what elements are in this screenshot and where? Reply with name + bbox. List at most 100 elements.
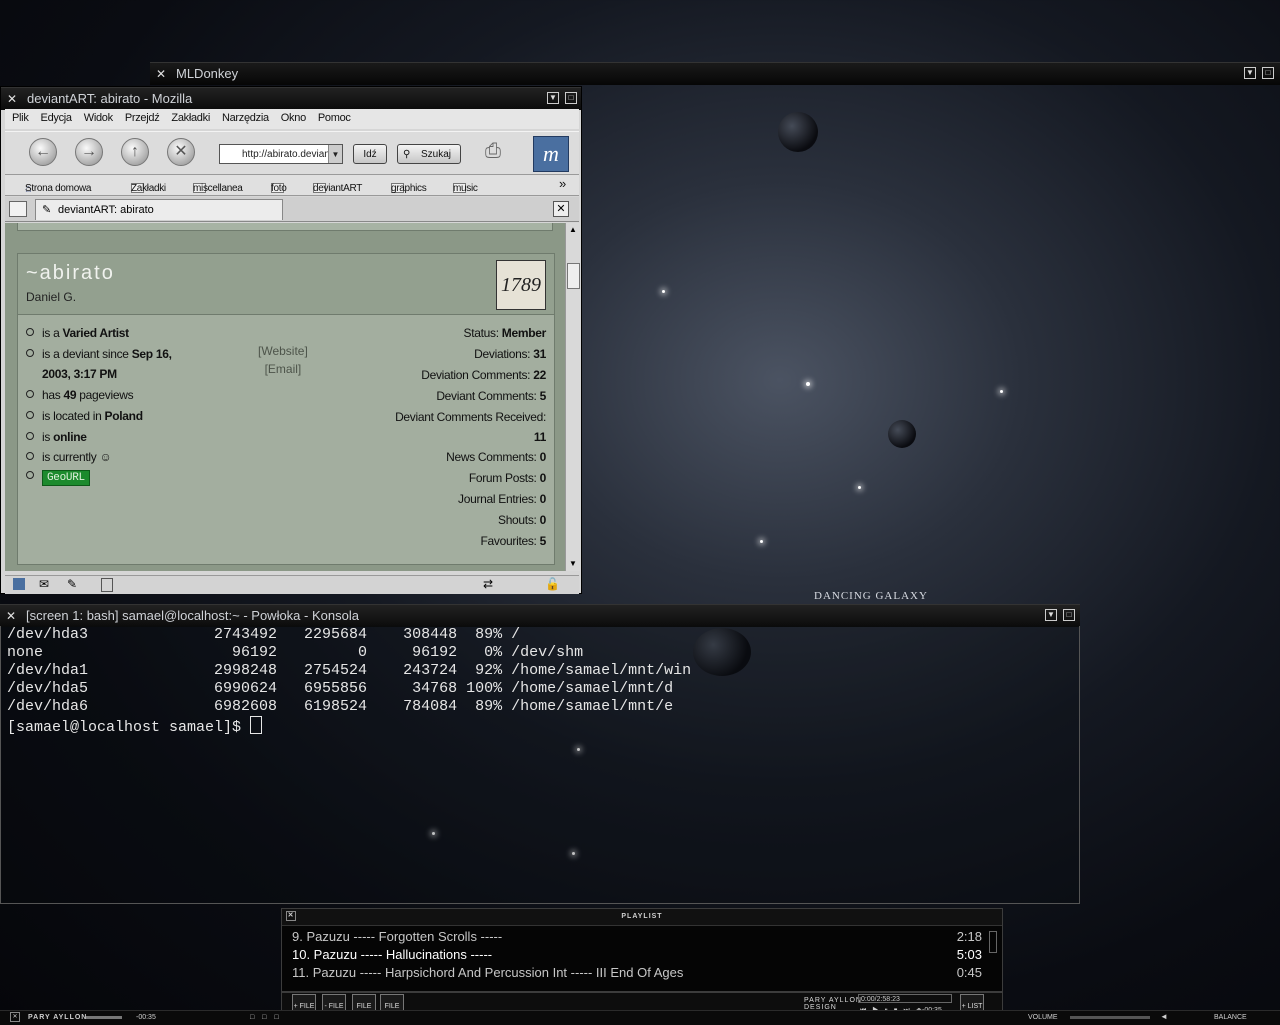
mail-icon[interactable]: ✉	[39, 577, 49, 591]
stat-label: Deviant Comments Received:	[395, 410, 546, 424]
position-slider[interactable]	[86, 1016, 122, 1019]
close-icon[interactable]: ✕	[6, 605, 16, 627]
playlist-scrollbar[interactable]	[989, 931, 997, 953]
stat-deviation-comments: Deviation Comments: 22	[421, 368, 546, 382]
maximize-icon[interactable]: □	[1063, 609, 1075, 621]
menu-item-help[interactable]: Pomoc	[311, 109, 356, 124]
bookmarks-overflow-button[interactable]: »	[559, 176, 566, 191]
menu-item-file[interactable]: Plik	[5, 109, 34, 124]
stop-icon: ✕	[174, 143, 188, 160]
stat-comments-received: Deviant Comments Received:	[395, 410, 546, 424]
composer-icon[interactable]: ✎	[67, 577, 77, 591]
info-item: is online	[26, 430, 87, 444]
chevron-down-icon[interactable]: ▼	[328, 145, 342, 163]
new-tab-icon[interactable]	[9, 201, 27, 217]
close-icon[interactable]: ✕	[7, 88, 17, 110]
navigator-icon[interactable]	[13, 578, 25, 590]
shade-icon[interactable]: ▼	[547, 92, 559, 104]
xmms-playlist: ✕ PLAYLIST 9. Pazuzu ----- Forgotten Scr…	[281, 908, 1003, 992]
volume-label: VOLUME	[1028, 1014, 1058, 1021]
menu-item-go[interactable]: Przejdź	[118, 109, 165, 124]
close-icon[interactable]: ✕	[156, 63, 166, 85]
playlist-item[interactable]: 11. Pazuzu ----- Harpsichord And Percuss…	[292, 965, 992, 980]
bookmark-label: miscellanea	[193, 183, 243, 194]
bullet-icon	[26, 452, 34, 460]
website-link[interactable]: [Website]	[258, 342, 308, 360]
email-link[interactable]: [Email]	[258, 360, 308, 378]
forward-button[interactable]: →	[75, 138, 103, 166]
scroll-thumb[interactable]	[567, 263, 580, 289]
info-item: is located in Poland	[26, 409, 143, 423]
menu-item-edit[interactable]: Edycja	[34, 109, 77, 124]
mldonkey-titlebar[interactable]: ✕ MLDonkey ▼ □	[150, 62, 1280, 85]
info-text: is a	[42, 326, 63, 340]
shade-icon[interactable]: ▼	[1045, 609, 1057, 621]
star	[806, 382, 810, 386]
forward-arrow-icon: →	[81, 143, 97, 160]
stat-status: Status: Member	[463, 326, 546, 340]
stat-label: Deviation Comments:	[421, 368, 534, 382]
skin-name: PARY AYLLON	[28, 1014, 88, 1021]
menu-item-tools[interactable]: Narzędzia	[215, 109, 274, 124]
close-icon[interactable]: ✕	[10, 1012, 20, 1022]
playlist-item-current[interactable]: 10. Pazuzu ----- Hallucinations ----- 5:0…	[292, 947, 992, 962]
info-text: is a deviant since	[42, 347, 132, 361]
menu-item-view[interactable]: Widok	[77, 109, 118, 124]
mozilla-titlebar[interactable]: ✕ deviantART: abirato - Mozilla ▼ □	[1, 87, 581, 110]
avatar[interactable]: 1789	[496, 260, 546, 310]
stat-value: 11	[533, 430, 546, 444]
print-icon[interactable]: ⎙	[485, 140, 515, 166]
vertical-scrollbar[interactable]: ▲ ▼	[565, 223, 580, 571]
profile-header: ~abirato Daniel G. 1789	[18, 254, 554, 315]
bookmark-label: Strona domowa	[25, 183, 92, 194]
page-icon: ✎	[42, 204, 52, 216]
terminal-line: /dev/hda1 2998248 2754524 243724 92% /ho…	[7, 662, 692, 679]
window-buttons[interactable]: □ □ □	[250, 1014, 282, 1021]
text-cursor	[250, 716, 263, 734]
stat-label: Shouts:	[497, 513, 540, 527]
terminal-output[interactable]: /dev/hda3 2743492 2295684 308448 89% / n…	[0, 626, 1080, 904]
addressbook-icon[interactable]	[101, 578, 113, 592]
menu-item-bookmarks[interactable]: Zakładki	[164, 109, 215, 124]
maximize-icon[interactable]: □	[565, 92, 577, 104]
close-tab-icon[interactable]: ✕	[553, 201, 569, 217]
back-button[interactable]: ←	[29, 138, 57, 166]
geourl-badge[interactable]: GeoURL	[42, 470, 90, 486]
bullet-icon	[26, 411, 34, 419]
speaker-icon: ◄	[1160, 1012, 1168, 1021]
terminal-prompt-line: [samael@localhost samael]$	[7, 716, 263, 736]
playlist-item[interactable]: 9. Pazuzu ----- Forgotten Scrolls ----- 2…	[292, 929, 992, 944]
stat-value: Member	[501, 326, 547, 340]
scroll-down-icon[interactable]: ▼	[566, 557, 580, 571]
konsole-titlebar[interactable]: ✕ [screen 1: bash] samael@localhost:~ - …	[0, 604, 1080, 627]
info-text: is located in	[42, 409, 105, 423]
terminal-line: /dev/hda5 6990624 6955856 34768 100% /ho…	[7, 680, 674, 697]
url-input[interactable]: http://abirato.deviantart.com ▼	[219, 144, 343, 164]
close-icon[interactable]: ✕	[286, 911, 296, 921]
connection-icon: ⇄	[483, 577, 494, 591]
playlist-titlebar[interactable]: ✕ PLAYLIST	[282, 909, 1002, 926]
shade-icon[interactable]: ▼	[1244, 67, 1256, 79]
stat-label: Status:	[463, 326, 502, 340]
tab-deviantart[interactable]: ✎ deviantART: abirato	[35, 199, 283, 220]
menu-item-window[interactable]: Okno	[274, 109, 311, 124]
stat-label: Forum Posts:	[468, 471, 540, 485]
track-duration: 5:03	[956, 947, 982, 962]
scroll-up-icon[interactable]: ▲	[566, 223, 580, 237]
bookmark-label: music	[453, 183, 478, 194]
track-duration: 2:18	[956, 929, 982, 944]
search-button[interactable]: ⚲ Szukaj	[397, 144, 461, 164]
maximize-icon[interactable]: □	[1262, 67, 1274, 79]
info-item: is a Varied Artist	[26, 326, 129, 340]
terminal-line: none 96192 0 96192 0% /dev/shm	[7, 644, 584, 661]
info-text: has	[42, 388, 64, 402]
page-content: ~abirato Daniel G. 1789 is a Varied Arti…	[5, 223, 565, 571]
go-button[interactable]: Idź	[353, 144, 387, 164]
reload-button[interactable]: ↑	[121, 138, 149, 166]
star	[662, 290, 665, 293]
info-value: 2003, 3:17 PM	[42, 367, 117, 381]
volume-slider[interactable]	[1070, 1016, 1150, 1019]
stat-shouts: Shouts: 0	[498, 513, 546, 527]
stop-button[interactable]: ✕	[167, 138, 195, 166]
bullet-icon	[26, 328, 34, 336]
